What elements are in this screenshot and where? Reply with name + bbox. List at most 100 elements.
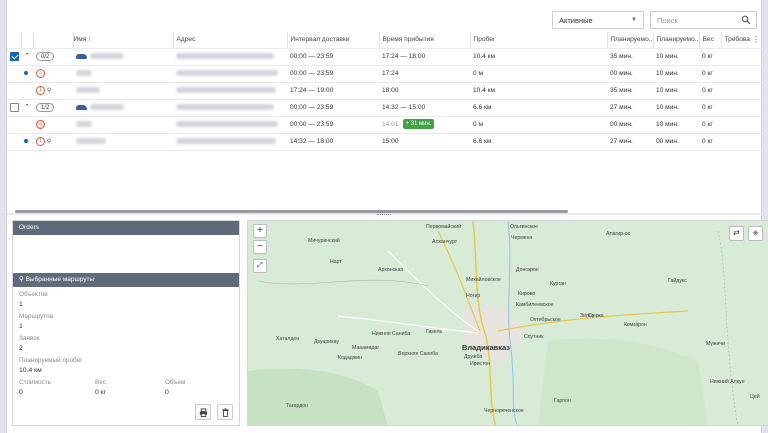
arrival-cell: 17:24 [379, 65, 470, 83]
table-row[interactable]: 1 ⚲ 17:24 — 19:00 18:00 10.4 км 35 мин. … [7, 82, 763, 100]
search-placeholder: Поиск [657, 16, 678, 25]
print-button[interactable] [195, 404, 211, 420]
row-checkbox[interactable] [10, 102, 19, 112]
routes-value: 1 [19, 323, 23, 330]
stop-name-cell [73, 133, 173, 151]
planned-2-cell: 10 мин. [653, 99, 699, 117]
planned-1-cell: 35 мин. [607, 82, 653, 100]
interval-cell: 14:32 — 18:00 [287, 133, 379, 151]
map-place-label: Гарпон [554, 398, 571, 404]
blurred-name [76, 70, 92, 77]
counter-cell: 1/2 [33, 99, 73, 117]
map-place-label: Донгарон [516, 267, 539, 273]
delete-button[interactable] [217, 404, 233, 420]
panel-splitter[interactable] [7, 212, 763, 215]
requirements-cell [721, 65, 763, 83]
blurred-address [176, 70, 278, 77]
map-place-label: Комгарон [624, 322, 647, 328]
table-row[interactable]: ⌃ 1/2 00:00 — 23:59 14:32 — 15:00 6.6 км… [7, 99, 763, 117]
fullscreen-button[interactable]: ⤢ [253, 259, 267, 273]
collapse-toggle[interactable]: ⌃ [21, 99, 33, 117]
map-place-label: Ольгинское [510, 224, 539, 230]
table-row[interactable]: ⌃ 0/2 00:00 — 23:59 17:24 — 18:00 10.4 к… [7, 48, 763, 66]
map-place-label: Хаталдон [276, 336, 300, 342]
requests-value: 2 [19, 345, 23, 352]
zoom-in-button[interactable]: + [253, 224, 267, 238]
weight-cell: 0 кг [699, 116, 721, 134]
map-place-label: Архонская [378, 267, 404, 273]
map-place-label: Владикавказ [462, 343, 511, 352]
map-place-label: Алагир-ос [606, 231, 631, 237]
column-header-requirements[interactable]: Требова ⋮ [721, 32, 763, 49]
map-place-label: Гизель [426, 329, 443, 335]
planned-2-cell: 10 мин. [653, 65, 699, 83]
requirements-cell [721, 116, 763, 134]
route-icon: ⚲ [19, 276, 26, 283]
map-place-label: Первомайский [426, 224, 462, 230]
row-checkbox-cell[interactable] [7, 99, 21, 117]
map-place-label: Кирово [518, 291, 536, 297]
mileage-label: Планируемый пробег [19, 357, 83, 364]
route-toggle-button[interactable]: ⇄ [729, 226, 744, 241]
blurred-name [76, 121, 92, 128]
spacer-cell [7, 133, 21, 151]
column-header-interval[interactable]: Интервал доставки [287, 32, 380, 49]
zoom-out-button[interactable]: − [253, 240, 267, 254]
blurred-name [76, 87, 100, 94]
column-header-weight[interactable]: Вес [699, 32, 722, 49]
spacer-cell-2 [21, 82, 33, 100]
column-menu-icon[interactable]: ⋮ [752, 32, 760, 48]
column-header-arrival[interactable]: Время прибытия [379, 32, 471, 49]
map-place-label: Камбилеевское [516, 302, 554, 308]
pin-icon: ⚲ [46, 88, 52, 94]
mileage-cell: 10.4 км [470, 48, 607, 66]
header-spacer-3 [33, 32, 74, 49]
table-row[interactable]: ⌂ 00:00 — 23:59 17:24 0 м 00 мин. 10 мин… [7, 65, 763, 83]
column-header-mileage[interactable]: Пробег [470, 32, 608, 49]
address-cell [173, 133, 287, 151]
stop-icon-cell: 1 ⚲ [33, 133, 73, 151]
status-filter-value: Активные [559, 16, 593, 25]
map-place-label: Нижний Алкун [710, 379, 745, 385]
arrival-value: 14:01 [382, 121, 399, 128]
row-checkbox[interactable] [10, 51, 19, 61]
row-checkbox-cell[interactable] [7, 48, 21, 66]
stop-number-icon: 1 [36, 85, 45, 95]
mileage-cell: 6.6 км [470, 99, 607, 117]
cost-label: Стоимость [19, 379, 51, 386]
map-place-label: Тагардон [286, 403, 309, 409]
weight-label: Вес [95, 379, 107, 386]
spacer-cell [7, 82, 21, 100]
column-header-planned-1[interactable]: Планируемо... [607, 32, 654, 49]
map-place-label: Курган [550, 281, 566, 287]
orders-header[interactable]: Orders [13, 221, 239, 235]
header-spacer-2 [21, 32, 34, 49]
map-place-label: Нижняя Саниба [372, 331, 411, 337]
planned-1-cell: 00 мин. [607, 116, 653, 134]
pin-icon: ⚲ [46, 139, 52, 145]
orders-body [13, 235, 239, 273]
map-place-label: Мужичи [706, 341, 725, 347]
map-view[interactable]: Первомайский Ольгинское Мичуринский Алханчу… [247, 220, 768, 426]
blurred-address [176, 53, 274, 60]
column-header-address[interactable]: Адрес [173, 32, 288, 49]
route-counter-badge: 0/2 [36, 51, 55, 61]
address-cell [173, 116, 287, 134]
table-row[interactable]: ⌂ 00:00 — 23:59 14:01 + 31 мин. 0 м 00 ми… [7, 116, 763, 134]
spacer-cell [7, 116, 21, 134]
map-place-label: Ногир [466, 293, 481, 299]
selected-routes-header[interactable]: ⚲ Выбранные маршруты [13, 273, 239, 287]
map-place-label: Дружба [464, 354, 483, 360]
table-row[interactable]: 1 ⚲ 14:32 — 18:00 15:00 6.6 км 27 мин. 0… [7, 133, 763, 151]
weight-cell: 0 кг [699, 65, 721, 83]
collapse-toggle[interactable]: ⌃ [21, 48, 33, 66]
planned-1-cell: 27 мин. [607, 99, 653, 117]
spacer-cell-2 [21, 116, 33, 134]
map-place-label: Кодаджин [338, 355, 362, 361]
status-filter-select[interactable]: Активные ▼ [552, 11, 644, 29]
splitter-grip-icon[interactable] [377, 212, 391, 215]
column-header-planned-2[interactable]: Планируемо... [653, 32, 700, 49]
layers-button[interactable]: ◈ [748, 226, 763, 241]
search-input[interactable]: Поиск [650, 11, 757, 29]
column-header-name[interactable]: Имя ↑ [73, 32, 174, 49]
